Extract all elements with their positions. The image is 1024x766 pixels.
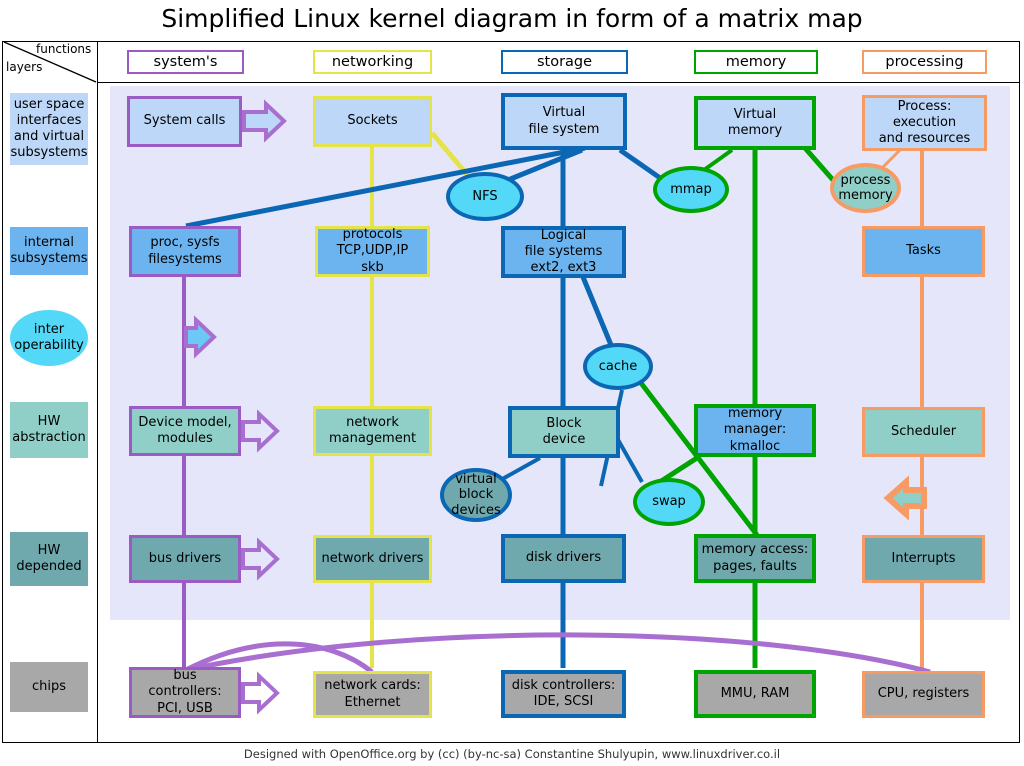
arrow-left-interop-processing — [883, 475, 927, 521]
interop-arrows — [184, 99, 927, 715]
arrow-right-device-model — [241, 409, 280, 453]
arrow-right-bus-drivers — [241, 537, 280, 581]
arrow-right-bus-controllers — [241, 671, 280, 715]
arrow-right-system-calls — [242, 99, 287, 143]
arrow-right-interop-systems — [184, 315, 217, 359]
